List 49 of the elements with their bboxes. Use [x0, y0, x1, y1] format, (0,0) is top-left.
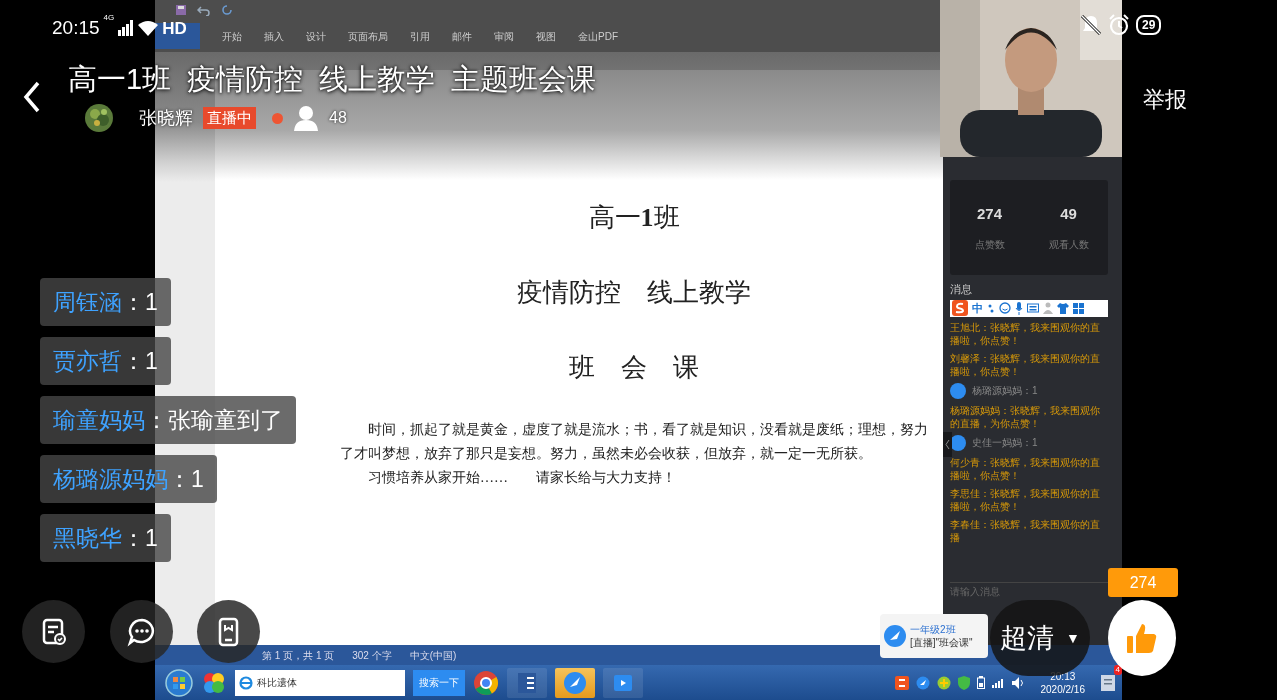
battery-level: 29: [1136, 15, 1162, 35]
ribbon-tab[interactable]: 视图: [536, 28, 556, 44]
search-field[interactable]: 科比遗体: [235, 669, 405, 696]
chat-bubble: 周钰涵：1: [40, 278, 171, 326]
network-type: 4G: [103, 14, 115, 22]
chat-message: 李思佳：张晓辉，我来围观你的直播啦，你点赞！: [950, 486, 1101, 513]
report-button[interactable]: 举报: [1143, 83, 1187, 116]
status-text: 302 个字: [352, 648, 392, 663]
document-heading: 高一1班: [588, 202, 680, 234]
messages-title: 消息: [950, 282, 973, 297]
stat-value: 49: [1060, 203, 1077, 224]
ribbon-tab[interactable]: 页面布局: [348, 28, 388, 44]
stat-label: 观看人数: [1048, 238, 1089, 253]
ribbon-tab[interactable]: 引用: [410, 28, 430, 44]
streamer-name: 张晓辉: [139, 106, 193, 130]
ribbon-tab[interactable]: 插入: [264, 28, 284, 44]
chat-bubble: 黑晓华：1: [40, 514, 171, 562]
ribbon-tab[interactable]: 邮件: [452, 28, 472, 44]
ribbon-tab[interactable]: 设计: [306, 28, 326, 44]
chat-message: 何少青：张晓辉，我来围观你的直播啦，你点赞！: [950, 455, 1101, 482]
ribbon-tab[interactable]: 审阅: [494, 28, 514, 44]
chat-message: 杨璐源妈妈：1: [972, 384, 1038, 398]
chat-bubble: 杨璐源妈妈：1: [40, 455, 217, 503]
search-button[interactable]: 搜索一下: [413, 669, 465, 696]
live-badge: 直播中: [203, 107, 256, 129]
chat-bubble: 贾亦哲：1: [40, 337, 171, 385]
stat-label: 点赞数: [974, 238, 1005, 253]
document-paragraph: 时间，抓起了就是黄金，虚度了就是流水；书，看了就是知识，没看就是废纸；理想，努力了才叫梦想，放弃了那只是妄想。努力，虽然未必会收获，但放弃，就一定一无所获。: [340, 421, 928, 463]
chat-message: 杨璐源妈妈：张晓辉，我来围观你的直播，为你点赞！: [950, 403, 1101, 430]
tooltip-text: [直播]"班会课": [910, 636, 973, 649]
stat-value: 274: [977, 203, 1002, 224]
chat-bubble: 瑜童妈妈：张瑜童到了: [40, 396, 296, 444]
ribbon-tab[interactable]: 金山PDF: [578, 28, 618, 44]
tooltip-title: 一年级2班: [910, 623, 957, 636]
document-subheading: 疫情防控 线上教学: [517, 277, 751, 309]
like-count: 274: [1108, 568, 1178, 597]
chat-message: 李春佳：张晓辉，我来围观你的直播: [950, 517, 1101, 544]
clock-date: 2020/2/16: [1040, 682, 1085, 696]
hd-indicator: HD: [162, 17, 187, 40]
status-text: 中文(中国): [409, 648, 457, 663]
chat-message: 王旭北：张晓辉，我来围观你的直播啦，你点赞！: [950, 320, 1101, 347]
viewer-count: 48: [329, 108, 347, 128]
status-time: 20:15: [52, 16, 100, 40]
chat-message: 刘馨泽：张晓辉，我来围观你的直播啦，你点赞！: [950, 351, 1101, 378]
document-section-title: 班 会 课: [569, 352, 699, 384]
ime-mode[interactable]: 中: [972, 299, 983, 317]
ribbon-tab[interactable]: 开始: [222, 28, 242, 44]
status-text: 第 1 页，共 1 页: [262, 648, 335, 663]
document-paragraph: 习惯培养从家开始…… 请家长给与大力支持！: [367, 469, 677, 487]
